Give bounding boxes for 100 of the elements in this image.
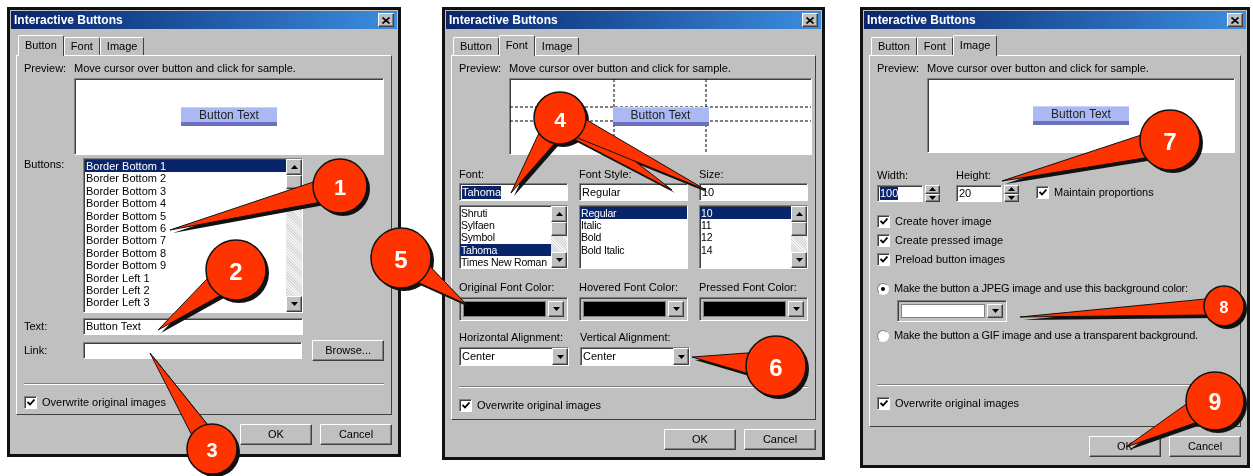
list-item[interactable]: Bold <box>580 231 687 244</box>
spin-up-button[interactable] <box>925 185 940 194</box>
text-field[interactable]: Button Text <box>83 318 303 335</box>
tab[interactable]: Image <box>534 37 580 55</box>
text-field[interactable]: Regular <box>579 183 688 201</box>
tab[interactable]: Button <box>453 37 499 55</box>
dialog-button[interactable]: OK <box>240 424 312 445</box>
list-item[interactable]: 14 <box>700 243 791 256</box>
checkbox[interactable] <box>24 396 37 409</box>
color-dropdown[interactable] <box>699 297 808 321</box>
dialog-button[interactable]: OK <box>664 429 736 450</box>
scroll-down-button[interactable] <box>551 252 567 268</box>
list-item[interactable]: Border Bottom 3 <box>85 184 168 198</box>
tab[interactable]: Button <box>871 37 917 55</box>
list-item[interactable]: Bold Italic <box>580 243 687 256</box>
list-item[interactable]: Border Left 3 <box>85 296 151 309</box>
callout-number: 2 <box>229 257 243 285</box>
checkbox[interactable] <box>877 397 890 410</box>
tab[interactable]: Font <box>498 35 535 56</box>
tab[interactable]: Image <box>99 37 145 55</box>
preview-button[interactable]: Button Text <box>1033 106 1129 125</box>
close-icon <box>1231 16 1239 24</box>
link-field[interactable] <box>82 342 303 359</box>
scroll-thumb[interactable] <box>551 222 567 236</box>
checkbox[interactable] <box>877 215 890 228</box>
preview-hint: Move cursor over button and click for sample. <box>509 62 731 75</box>
list-item[interactable]: Italic <box>580 219 687 232</box>
scroll-down-button[interactable] <box>791 252 807 268</box>
dropdown[interactable]: Center <box>580 347 690 366</box>
close-button[interactable] <box>802 13 818 27</box>
radio-button[interactable] <box>877 282 889 295</box>
down-arrow-icon <box>552 307 560 311</box>
radio-button[interactable] <box>877 329 889 342</box>
list-item[interactable]: Symbol <box>460 231 551 244</box>
close-button[interactable] <box>1227 13 1243 27</box>
dialog-button[interactable]: Cancel <box>320 424 392 445</box>
list-item[interactable]: 12 <box>700 231 791 244</box>
number-field[interactable]: 100 <box>877 185 923 202</box>
dialog-button[interactable]: Cancel <box>744 429 816 450</box>
dropdown-button[interactable] <box>548 301 564 317</box>
list-item[interactable]: Border Left 1 <box>85 271 151 284</box>
spin-down-button[interactable] <box>925 193 940 202</box>
preview-button[interactable]: Button Text <box>181 107 277 126</box>
scrollbar[interactable] <box>551 206 567 268</box>
scroll-up-button[interactable] <box>791 206 807 222</box>
tab[interactable]: Image <box>952 35 998 56</box>
dropdown[interactable]: Center <box>459 347 569 366</box>
checkbox-label: Overwrite original images <box>895 397 1020 410</box>
close-button[interactable] <box>378 13 394 27</box>
dropdown-button[interactable] <box>668 301 684 317</box>
preview-button[interactable]: Button Text <box>612 107 709 126</box>
list-item[interactable]: Border Bottom 2 <box>85 172 168 185</box>
dropdown-button[interactable] <box>987 304 1003 318</box>
scroll-up-button[interactable] <box>551 206 567 222</box>
list-item[interactable]: Border Bottom 7 <box>85 234 168 247</box>
checkbox[interactable] <box>877 253 890 266</box>
spin-up-button[interactable] <box>1004 185 1019 194</box>
tab[interactable]: Button <box>18 35 64 56</box>
number-field[interactable]: 20 <box>956 185 1002 202</box>
tab[interactable]: Font <box>63 37 100 55</box>
field-label: Original Font Color: <box>459 281 556 294</box>
check-icon <box>879 237 888 244</box>
dropdown-button[interactable] <box>552 348 568 365</box>
scroll-thumb[interactable] <box>791 222 807 236</box>
color-dropdown[interactable] <box>459 297 568 321</box>
tab[interactable]: Font <box>916 37 953 55</box>
text-field[interactable]: Tahoma <box>459 183 568 201</box>
down-arrow-icon <box>792 307 800 311</box>
list-item[interactable]: Regular <box>580 207 687 220</box>
spin-down-button[interactable] <box>1004 193 1019 202</box>
list-item[interactable]: Shruti <box>460 207 551 220</box>
list-item[interactable]: Border Bottom 8 <box>85 246 168 260</box>
checkbox[interactable] <box>877 234 890 247</box>
scroll-up-button[interactable] <box>286 159 302 175</box>
checkbox[interactable] <box>1036 186 1049 199</box>
list-item[interactable]: Border Bottom 4 <box>85 197 168 210</box>
field-label: Horizontal Alignment: <box>459 331 564 344</box>
dialog-button[interactable]: Cancel <box>1169 436 1241 457</box>
scrollbar[interactable] <box>791 206 807 268</box>
scroll-down-button[interactable] <box>286 296 302 312</box>
list-item[interactable]: Tahoma <box>460 243 551 256</box>
color-dropdown[interactable] <box>897 300 1007 322</box>
field-label: Font: <box>459 168 485 181</box>
list-item[interactable]: 10 <box>700 207 791 220</box>
dropdown-button[interactable] <box>788 301 804 317</box>
list-item[interactable]: Border Bottom 5 <box>85 209 168 222</box>
list-item[interactable]: Border Bottom 9 <box>85 259 168 272</box>
checkbox[interactable] <box>459 399 472 412</box>
dropdown-button[interactable] <box>673 348 689 365</box>
list-item[interactable]: Border Bottom 6 <box>85 221 168 235</box>
color-dropdown[interactable] <box>579 297 688 321</box>
list-item[interactable]: Sylfaen <box>460 219 551 232</box>
scroll-thumb[interactable] <box>286 175 302 189</box>
list-item[interactable]: 11 <box>700 219 791 232</box>
list-item[interactable]: Border Bottom 1 <box>85 160 286 173</box>
browse-button[interactable]: Browse... <box>312 340 384 361</box>
field-label: Size: <box>699 168 724 181</box>
list-item[interactable]: Border Left 2 <box>85 283 151 297</box>
list-item[interactable]: Times New Roman <box>460 255 551 268</box>
text-field[interactable]: 10 <box>699 183 808 201</box>
